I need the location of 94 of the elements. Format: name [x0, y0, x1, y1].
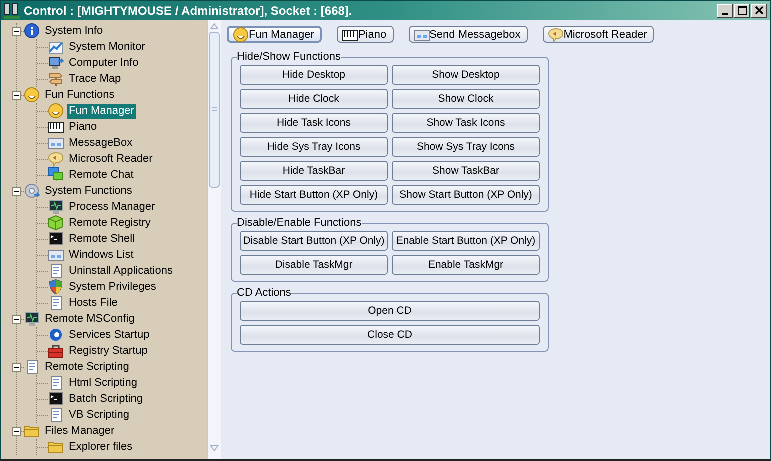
minimize-icon — [722, 12, 728, 14]
action-button[interactable]: Show Task Icons — [392, 113, 540, 133]
monitor-icon — [48, 199, 64, 215]
collapse-toggle-icon[interactable] — [12, 186, 21, 196]
tree-item[interactable]: Process Manager — [67, 200, 158, 214]
action-button[interactable]: Close CD — [240, 325, 540, 345]
action-button[interactable]: Enable TaskMgr — [392, 255, 540, 275]
tree-item[interactable]: Remote Registry — [67, 216, 153, 230]
action-button[interactable]: Disable Start Button (XP Only) — [240, 231, 388, 251]
smiley-icon — [48, 103, 64, 119]
collapse-toggle-icon[interactable] — [12, 26, 21, 36]
disc-icon — [48, 327, 64, 343]
document-icon — [48, 263, 64, 279]
tree-item[interactable]: Files Manager — [43, 424, 117, 438]
document-icon — [48, 375, 64, 391]
smiley-icon — [24, 87, 40, 103]
tree-item[interactable]: Microsoft Reader — [67, 152, 155, 166]
tree-item[interactable]: Trace Map — [67, 72, 124, 86]
collapse-toggle-icon[interactable] — [12, 314, 21, 324]
action-button[interactable]: Show TaskBar — [392, 161, 540, 181]
action-button[interactable]: Show Clock — [392, 89, 540, 109]
speech-bubble-icon — [48, 151, 64, 167]
window-title: Control : [MIGHTYMOUSE / Administrator], Socket : [668]. — [24, 4, 352, 18]
tree-item[interactable]: Registry Startup — [67, 344, 150, 358]
action-button[interactable]: Hide Sys Tray Icons — [240, 137, 388, 157]
group-title: Hide/Show Functions — [237, 51, 341, 63]
window-icon — [48, 247, 64, 263]
action-button[interactable]: Open CD — [240, 301, 540, 321]
document-icon — [24, 359, 40, 375]
tree-item[interactable]: MessageBox — [67, 136, 135, 150]
action-button[interactable]: Enable Start Button (XP Only) — [392, 231, 540, 251]
terminal-icon — [48, 391, 64, 407]
tree-item[interactable]: Hosts File — [67, 296, 120, 310]
group-title: CD Actions — [237, 287, 292, 299]
action-button[interactable]: Disable TaskMgr — [240, 255, 388, 275]
computers-icon — [4, 2, 20, 18]
info-icon — [24, 23, 40, 39]
collapse-toggle-icon[interactable] — [12, 426, 21, 436]
action-button[interactable]: Show Desktop — [392, 65, 540, 85]
action-button[interactable]: Hide TaskBar — [240, 161, 388, 181]
toolbar-button[interactable]: Piano — [337, 26, 394, 43]
tree-item[interactable]: Windows List — [67, 248, 136, 262]
toolbar-button[interactable]: Send Messagebox — [408, 26, 528, 43]
tree-item[interactable]: Piano — [67, 120, 100, 134]
document-icon — [48, 295, 64, 311]
action-button[interactable]: Show Sys Tray Icons — [392, 137, 540, 157]
monitor-icon — [24, 311, 40, 327]
shield-icon — [48, 279, 64, 295]
tree-item[interactable]: System Functions — [43, 184, 134, 198]
action-button[interactable]: Hide Clock — [240, 89, 388, 109]
group-title: Disable/Enable Functions — [237, 217, 362, 229]
close-button[interactable] — [751, 4, 767, 18]
tree-item[interactable]: System Info — [43, 24, 106, 38]
tree-item[interactable]: Uninstall Applications — [67, 264, 175, 278]
tree-item[interactable]: Remote MSConfig — [43, 312, 137, 326]
chart-icon — [48, 39, 64, 55]
tree-item[interactable]: System Monitor — [67, 40, 148, 54]
tree-item[interactable]: Remote Scripting — [43, 360, 132, 374]
maximize-button[interactable] — [734, 4, 750, 18]
tree-item[interactable]: Remote Chat — [67, 168, 136, 182]
minimize-button[interactable] — [717, 4, 733, 18]
computer-icon — [48, 55, 64, 71]
window-icon — [48, 135, 64, 151]
action-button[interactable]: Show Start Button (XP Only) — [392, 185, 540, 205]
close-icon — [754, 6, 764, 15]
signpost-icon — [48, 71, 64, 87]
smiley-icon — [233, 26, 249, 42]
action-button[interactable]: Hide Desktop — [240, 65, 388, 85]
tree-item[interactable]: Fun Manager — [67, 104, 136, 118]
action-button[interactable]: Hide Start Button (XP Only) — [240, 185, 388, 205]
toolbar-button[interactable]: Fun Manager — [227, 26, 322, 43]
cube-icon — [48, 215, 64, 231]
tree-item[interactable]: Html Scripting — [67, 376, 140, 390]
chat-icon — [48, 167, 64, 183]
tree-item[interactable]: Remote Shell — [67, 232, 138, 246]
tree-item[interactable]: VB Scripting — [67, 408, 132, 422]
terminal-icon — [48, 231, 64, 247]
tree-item[interactable]: Services Startup — [67, 328, 152, 342]
toolbar-button[interactable]: Microsoft Reader — [542, 26, 654, 43]
tree-item[interactable]: System Privileges — [67, 280, 158, 294]
tree-item[interactable]: Explorer files — [67, 440, 135, 454]
document-icon — [48, 407, 64, 423]
tree-item[interactable]: Batch Scripting — [67, 392, 145, 406]
speech-bubble-icon — [548, 26, 564, 42]
collapse-toggle-icon[interactable] — [12, 362, 21, 372]
piano-icon — [48, 119, 64, 135]
tree-item[interactable]: Fun Functions — [43, 88, 117, 102]
action-button[interactable]: Hide Task Icons — [240, 113, 388, 133]
collapse-toggle-icon[interactable] — [12, 90, 21, 100]
maximize-icon — [738, 6, 746, 15]
gear-icon — [24, 183, 40, 199]
tree-item[interactable]: Computer Info — [67, 56, 141, 70]
scrollbar[interactable] — [207, 20, 221, 459]
toolbox-icon — [48, 343, 64, 359]
